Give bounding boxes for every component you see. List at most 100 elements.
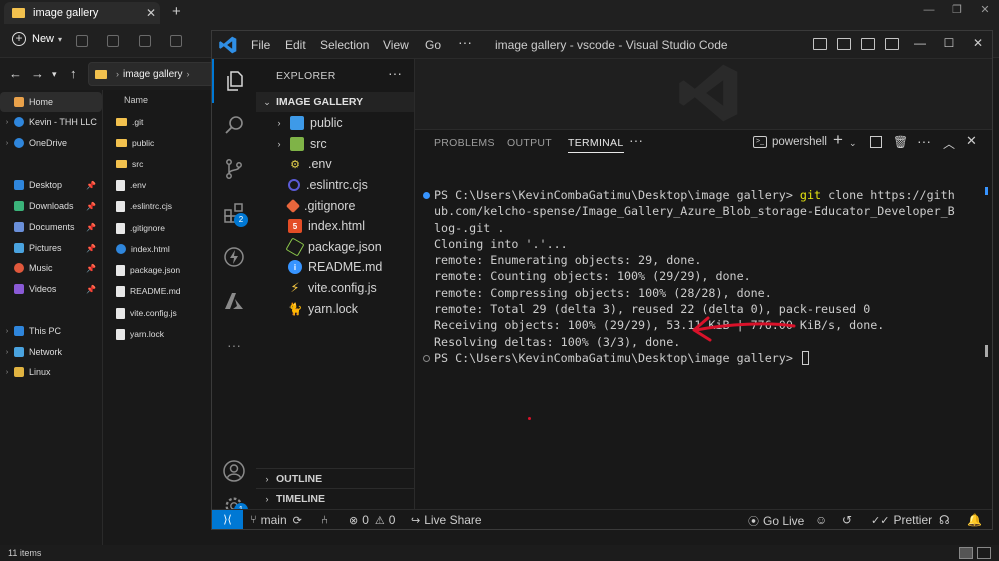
tree-item-src[interactable]: › src <box>256 134 414 154</box>
nav-item-home[interactable]: Home <box>0 92 102 112</box>
toggle-secondary-sidebar-icon[interactable] <box>861 38 875 50</box>
chevron-right-icon[interactable]: › <box>0 119 14 126</box>
tree-item-vite-config[interactable]: ⚡ vite.config.js <box>256 278 414 298</box>
list-item[interactable]: .git <box>116 113 143 131</box>
trash-icon[interactable]: 🗑 <box>893 135 908 149</box>
list-item[interactable]: README.md <box>116 282 181 300</box>
close-tab-icon[interactable]: ✕ <box>142 6 160 20</box>
maximize-panel-icon[interactable]: ︿ <box>943 135 955 152</box>
more-panel-tabs-icon[interactable]: ··· <box>629 132 643 148</box>
menu-edit[interactable]: Edit <box>285 38 306 52</box>
explorer-tab[interactable]: image gallery ✕ <box>4 2 160 24</box>
source-control-view-button[interactable] <box>212 147 256 191</box>
list-item[interactable]: src <box>116 155 143 173</box>
tiles-view-icon[interactable] <box>977 547 991 559</box>
tab-problems[interactable]: PROBLEMS <box>434 137 495 149</box>
cut-icon[interactable] <box>76 35 88 47</box>
tab-output[interactable]: OUTPUT <box>507 137 552 149</box>
tree-item-yarn-lock[interactable]: 🐈 yarn.lock <box>256 299 414 319</box>
workspace-folder-header[interactable]: ⌄ IMAGE GALLERY <box>256 92 414 112</box>
list-item[interactable]: yarn.lock <box>116 325 164 343</box>
list-item[interactable]: vite.config.js <box>116 304 177 322</box>
nav-item-linux[interactable]: › Linux <box>0 362 102 382</box>
split-terminal-icon[interactable] <box>870 136 882 148</box>
go-live-button[interactable]: ⦿ Go Live <box>748 513 804 529</box>
copilot-icon[interactable]: ☺ <box>815 513 827 527</box>
list-item[interactable]: index.html <box>116 240 170 258</box>
nav-item-this-pc[interactable]: › This PC <box>0 321 102 341</box>
close-panel-icon[interactable]: ✕ <box>966 133 977 149</box>
prettier-button[interactable]: ✓✓ Prettier <box>871 513 932 527</box>
source-control-graph-icon[interactable]: ⑃ <box>321 513 328 527</box>
sync-icon[interactable]: ⟳ <box>293 514 302 527</box>
remote-indicator-icon[interactable]: ⟩⟨ <box>212 510 243 529</box>
scrollbar-thumb[interactable] <box>985 345 988 357</box>
chevron-right-icon[interactable]: › <box>0 328 14 335</box>
manage-button[interactable]: 1 <box>212 493 256 517</box>
nav-item-music[interactable]: Music 📌 <box>0 258 102 278</box>
outline-section-header[interactable]: › OUTLINE <box>256 468 414 488</box>
tree-item-public[interactable]: › public <box>256 113 414 133</box>
menu-view[interactable]: View <box>383 38 409 52</box>
menu-file[interactable]: File <box>251 38 270 52</box>
minimize-icon[interactable]: — <box>910 36 930 50</box>
close-icon[interactable]: ✕ <box>971 0 999 22</box>
more-menu-icon[interactable]: ··· <box>458 34 472 50</box>
live-share-button[interactable]: ↪ Live Share <box>411 513 482 527</box>
nav-item-onedrive[interactable]: › OneDrive <box>0 133 102 153</box>
branch-indicator[interactable]: ⑂ main ⟳ <box>250 513 306 527</box>
timeline-section-header[interactable]: › TIMELINE <box>256 488 414 508</box>
up-icon[interactable]: ↑ <box>70 66 77 81</box>
list-item[interactable]: package.json <box>116 261 180 279</box>
more-views-icon[interactable]: ··· <box>212 323 256 367</box>
tree-item-index-html[interactable]: 5 index.html <box>256 216 414 236</box>
scrollbar-marker[interactable] <box>985 187 988 195</box>
editor-area[interactable] <box>415 59 992 129</box>
tab-terminal[interactable]: TERMINAL <box>568 137 624 153</box>
new-tab-icon[interactable]: + <box>172 3 181 20</box>
list-item[interactable]: public <box>116 134 154 152</box>
recent-chevron-icon[interactable]: ▾ <box>52 69 57 80</box>
address-bar[interactable]: › image gallery › <box>88 62 218 86</box>
list-item[interactable]: .eslintrc.cjs <box>116 197 172 215</box>
tree-item-readme[interactable]: i README.md <box>256 257 414 277</box>
more-actions-icon[interactable]: ··· <box>388 65 402 81</box>
nav-item-network[interactable]: › Network <box>0 342 102 362</box>
history-icon[interactable]: ↺ <box>842 513 852 527</box>
tree-item-env[interactable]: ⚙ .env <box>256 154 414 174</box>
menu-go[interactable]: Go <box>425 38 441 52</box>
list-item[interactable]: .env <box>116 176 146 194</box>
forward-icon[interactable]: → <box>31 66 44 81</box>
nav-item-kevin-thh-llc[interactable]: › Kevin - THH LLC <box>0 112 102 132</box>
details-view-icon[interactable] <box>959 547 973 559</box>
nav-item-pictures[interactable]: Pictures 📌 <box>0 238 102 258</box>
chevron-down-icon[interactable]: ⌄ <box>849 138 857 149</box>
toggle-panel-icon[interactable] <box>837 38 851 50</box>
azure-view-button[interactable] <box>212 279 256 323</box>
menu-selection[interactable]: Selection <box>320 38 369 52</box>
chevron-right-icon[interactable]: › <box>0 349 14 356</box>
tree-item-package-json[interactable]: package.json <box>256 237 414 257</box>
toggle-primary-sidebar-icon[interactable] <box>813 38 827 50</box>
close-icon[interactable]: ✕ <box>968 36 988 50</box>
list-item[interactable]: .gitignore <box>116 219 165 237</box>
accounts-button[interactable] <box>212 449 256 493</box>
minimize-icon[interactable]: — <box>915 0 943 22</box>
thunder-client-view-button[interactable] <box>212 235 256 279</box>
extensions-view-button[interactable]: 2 <box>212 191 256 235</box>
tree-item-eslintrc[interactable]: .eslintrc.cjs <box>256 175 414 195</box>
paste-icon[interactable] <box>139 35 151 47</box>
chevron-right-icon[interactable]: › <box>0 369 14 376</box>
search-view-button[interactable] <box>212 103 256 147</box>
more-actions-icon[interactable]: ··· <box>917 133 931 149</box>
nav-item-documents[interactable]: Documents 📌 <box>0 217 102 237</box>
new-button[interactable]: + New ▾ <box>12 32 62 46</box>
nav-item-videos[interactable]: Videos 📌 <box>0 279 102 299</box>
explorer-view-button[interactable] <box>212 59 256 103</box>
tree-item-gitignore[interactable]: .gitignore <box>256 196 414 216</box>
new-terminal-icon[interactable]: + <box>833 130 843 150</box>
nav-item-downloads[interactable]: Downloads 📌 <box>0 196 102 216</box>
column-header-name[interactable]: Name <box>124 95 148 105</box>
nav-item-desktop[interactable]: Desktop 📌 <box>0 175 102 195</box>
maximize-icon[interactable]: ☐ <box>939 36 959 50</box>
